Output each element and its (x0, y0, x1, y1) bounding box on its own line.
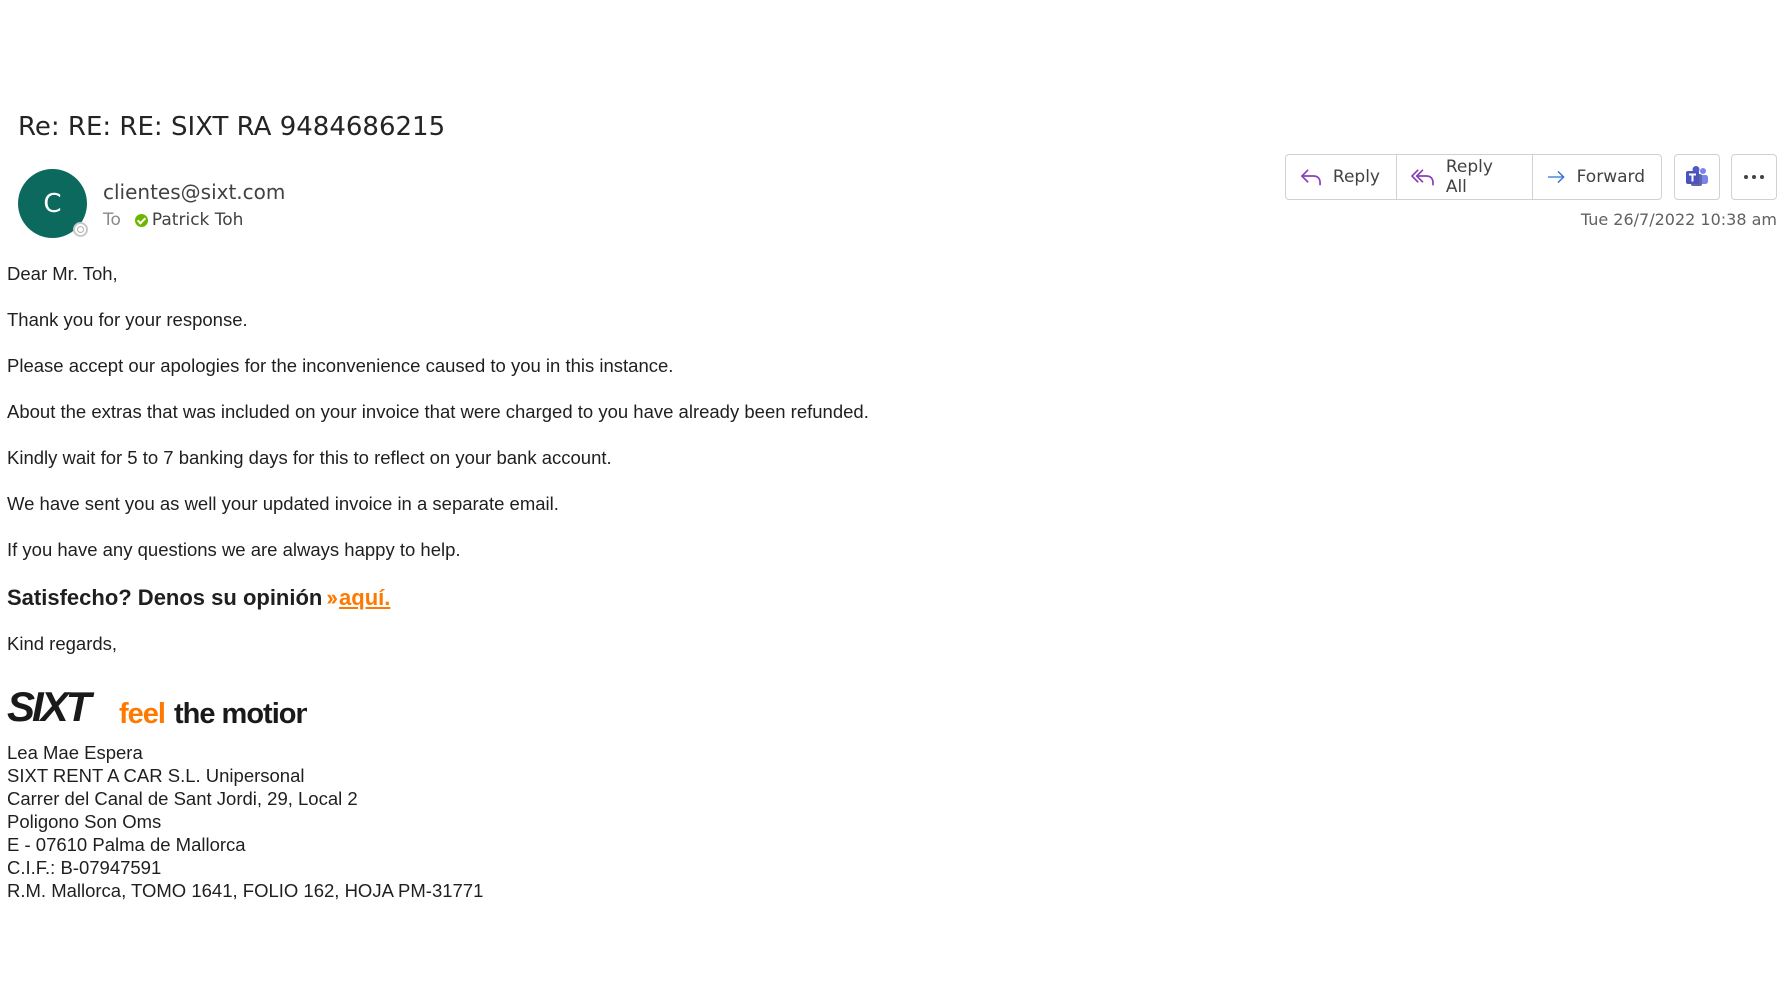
sender-avatar[interactable]: C (18, 169, 88, 238)
signature-line: SIXT RENT A CAR S.L. Unipersonal (7, 765, 305, 786)
body-paragraph: Thank you for your response. (7, 309, 248, 330)
signature-line: Poligono Son Oms (7, 811, 162, 832)
forward-label: Forward (1576, 167, 1645, 187)
forward-arrow-icon (1547, 171, 1565, 183)
double-chevron-icon: ›› (326, 585, 338, 610)
body-paragraph: If you have any questions we are always … (7, 539, 461, 560)
body-paragraph: Please accept our apologies for the inco… (7, 355, 674, 376)
logo-tagline-dark: the motion. (174, 698, 307, 730)
presence-status-icon (73, 222, 88, 237)
avatar-initial: C (43, 188, 62, 219)
to-label: To (103, 210, 121, 230)
closing: Kind regards, (7, 633, 118, 654)
signature-line: Carrer del Canal de Sant Jordi, 29, Loca… (7, 788, 358, 809)
reply-label: Reply (1332, 167, 1380, 187)
body-paragraph: About the extras that was included on yo… (7, 401, 869, 422)
body-paragraph: Kindly wait for 5 to 7 banking days for … (7, 447, 612, 468)
email-subject: Re: RE: RE: SIXT RA 9484686215 (18, 112, 446, 142)
reply-button[interactable]: Reply (1286, 155, 1397, 199)
forward-button[interactable]: Forward (1533, 155, 1661, 199)
sender-email[interactable]: clientes@sixt.com (103, 180, 285, 204)
body-paragraph: We have sent you as well your updated in… (7, 493, 559, 514)
available-status-icon (134, 213, 148, 227)
survey-link[interactable]: aquí. (339, 585, 390, 610)
survey-line: Satisfecho? Denos su opinión ›› aquí. (7, 585, 869, 611)
signature-line: R.M. Mallorca, TOMO 1641, FOLIO 162, HOJ… (7, 880, 484, 901)
more-icon (1744, 175, 1764, 179)
reply-button-group: Reply Reply All Forward (1285, 154, 1662, 200)
greeting: Dear Mr. Toh, (7, 263, 118, 284)
message-toolbar: Reply Reply All Forward (1285, 154, 1777, 200)
email-timestamp: Tue 26/7/2022 10:38 am (1580, 210, 1777, 229)
email-body: Dear Mr. Toh, Thank you for your respons… (7, 263, 869, 902)
signature-line: E - 07610 Palma de Mallorca (7, 834, 246, 855)
teams-button[interactable] (1674, 154, 1720, 200)
reply-all-icon (1411, 169, 1434, 186)
logo-tagline-orange: feel (119, 698, 165, 730)
signature-line: C.I.F.: B-07947591 (7, 857, 162, 878)
survey-text: Satisfecho? Denos su opinión (7, 585, 323, 610)
signature-block: Lea Mae Espera SIXT RENT A CAR S.L. Unip… (7, 741, 869, 902)
sixt-logo: SIXT feel the motion. (7, 679, 869, 731)
recipient-name[interactable]: Patrick Toh (152, 210, 244, 230)
reply-all-label: Reply All (1445, 157, 1493, 197)
reply-icon (1301, 169, 1321, 186)
teams-icon (1686, 166, 1708, 186)
reply-all-button[interactable]: Reply All (1397, 155, 1533, 199)
logo-brand: SIXT (7, 683, 95, 730)
recipient-line: To Patrick Toh (103, 210, 243, 230)
more-actions-button[interactable] (1731, 154, 1777, 200)
signature-line: Lea Mae Espera (7, 742, 143, 763)
